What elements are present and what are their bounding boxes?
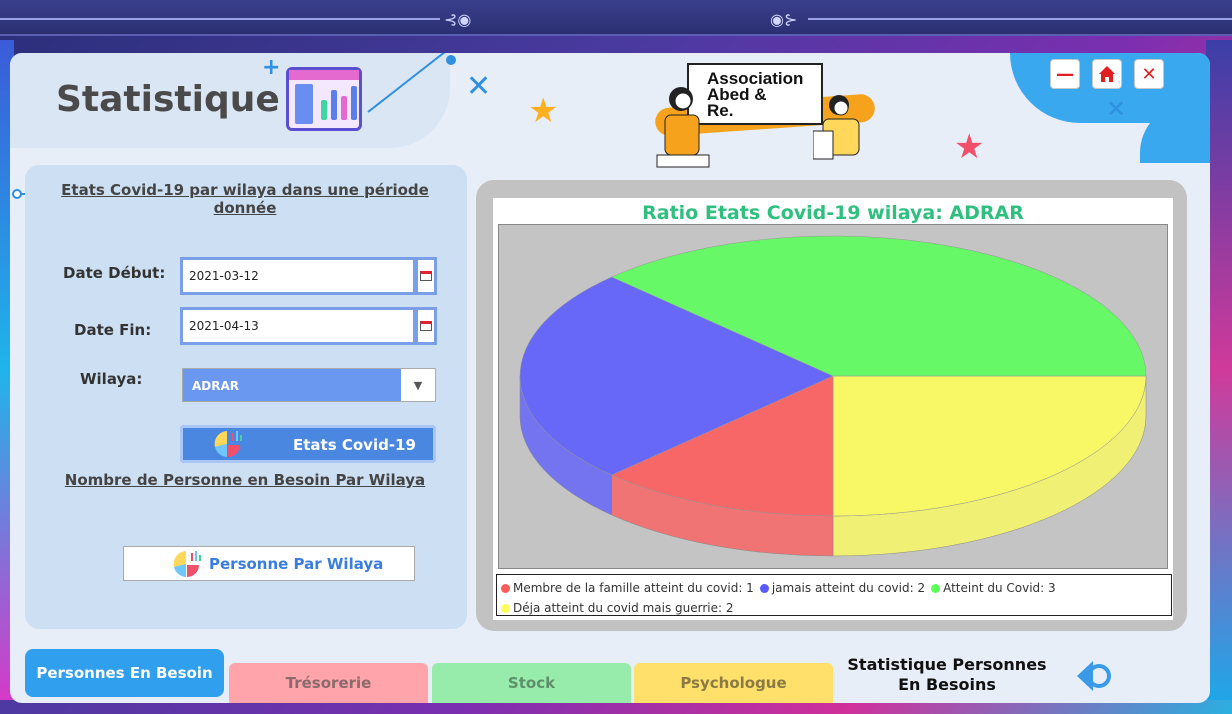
top-decor-bar: ⊰◉ ◉⊱ [0, 0, 1232, 36]
person-illustration [813, 95, 860, 160]
legend-label: Membre de la famille atteint du covid: 1 [513, 581, 754, 595]
pie-chart-icon [214, 431, 242, 457]
legend-label: jamais atteint du covid: 2 [771, 581, 926, 595]
tab-tresorerie[interactable]: Trésorerie [229, 663, 428, 703]
legend-item: Déja atteint du covid mais guerrie: 2 [501, 598, 734, 618]
statistics-dashboard-icon [286, 67, 362, 131]
wilaya-select[interactable]: ADRAR ▼ [182, 368, 436, 402]
filter-panel: Etats Covid-19 par wilaya dans une pério… [25, 165, 467, 629]
legend-swatch [759, 584, 769, 593]
decor-line [0, 18, 440, 20]
tab-psychologue[interactable]: Psychologue [634, 663, 833, 703]
home-icon [1099, 66, 1115, 82]
decor-x-icon: ✕ [1106, 95, 1127, 123]
minimize-button[interactable]: — [1050, 59, 1080, 89]
legend-item: jamais atteint du covid: 2 [759, 578, 926, 598]
chart-plot-area [498, 224, 1168, 569]
date-end-label: Date Fin: [74, 321, 152, 339]
decor-knot-icon: ◉⊱ [770, 10, 798, 29]
calendar-icon [420, 271, 432, 281]
calendar-icon [420, 321, 432, 331]
legend-swatch [501, 584, 510, 593]
tab-stock[interactable]: Stock [432, 663, 631, 703]
pie-chart [519, 235, 1147, 557]
page-title: Statistique [56, 79, 280, 120]
date-start-field[interactable]: 2021-03-12 [180, 257, 416, 295]
tab-personnes-en-besoin[interactable]: Personnes En Besoin [25, 649, 224, 697]
wilaya-label: Wilaya: [80, 370, 143, 388]
star-icon: ★ [528, 91, 559, 131]
chevron-down-icon[interactable]: ▼ [401, 369, 435, 401]
person-illustration [656, 87, 710, 168]
chart-container: Ratio Etats Covid-19 wilaya: ADRAR Membr… [493, 198, 1173, 620]
home-button[interactable] [1092, 59, 1122, 89]
pie-chart-icon [173, 551, 201, 577]
legend-label: Atteint du Covid: 3 [943, 581, 1056, 595]
association-logo: Association Abed & Re. [645, 61, 876, 173]
pie-slice [832, 375, 1147, 517]
legend-item: Atteint du Covid: 3 [931, 578, 1056, 598]
legend-swatch [931, 584, 941, 593]
chart-legend: Membre de la famille atteint du covid: 1… [496, 574, 1172, 616]
date-end-picker-button[interactable] [415, 307, 437, 345]
close-button[interactable]: ✕ [1134, 59, 1164, 89]
decor-dot [12, 189, 22, 199]
chart-panel: Ratio Etats Covid-19 wilaya: ADRAR Membr… [476, 180, 1187, 631]
date-end-field[interactable]: 2021-04-13 [180, 307, 416, 345]
covid-states-button[interactable]: Etats Covid-19 [180, 425, 436, 463]
main-window: Statistique + ✕ ✕ ★ ★ Association Abed &… [10, 53, 1210, 703]
people-per-wilaya-heading: Nombre de Personne en Besoin Par Wilaya [64, 471, 426, 489]
back-arrow-icon[interactable] [1075, 659, 1115, 693]
decor-line [808, 18, 1232, 20]
legend-item: Membre de la famille atteint du covid: 1 [501, 578, 754, 598]
decor-x-icon: + [262, 55, 281, 80]
decor-x-icon: ✕ [466, 69, 492, 104]
filter-heading: Etats Covid-19 par wilaya dans une pério… [61, 181, 429, 217]
date-start-picker-button[interactable] [415, 257, 437, 295]
people-per-wilaya-button[interactable]: Personne Par Wilaya [123, 546, 415, 581]
decor-knot-icon: ⊰◉ [444, 10, 472, 29]
decor-dot [446, 55, 456, 65]
date-start-label: Date Début: [63, 264, 166, 282]
star-icon: ★ [954, 127, 985, 167]
bottom-navigation: Personnes En Besoin Trésorerie Stock Psy… [25, 649, 1210, 703]
section-title: Statistique Personnes En Besoins [847, 655, 1047, 694]
chart-title: Ratio Etats Covid-19 wilaya: ADRAR [642, 202, 1024, 224]
legend-swatch [501, 604, 510, 613]
legend-label: Déja atteint du covid mais guerrie: 2 [513, 601, 734, 615]
